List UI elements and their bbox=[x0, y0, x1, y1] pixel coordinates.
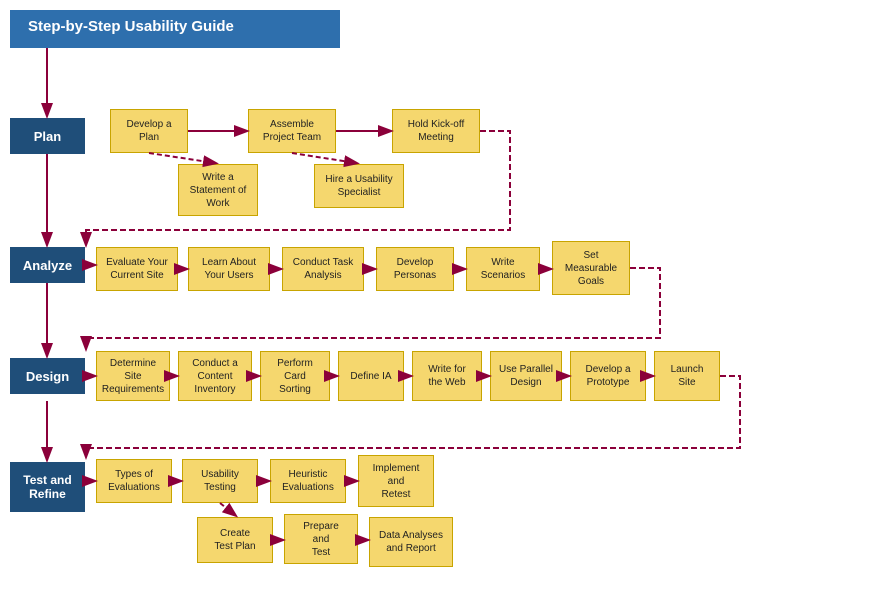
task-heuristic-eval[interactable]: HeuristicEvaluations bbox=[270, 459, 346, 503]
task-launch-site[interactable]: LaunchSite bbox=[654, 351, 720, 401]
task-set-goals[interactable]: SetMeasurableGoals bbox=[552, 241, 630, 295]
phase-design: Design bbox=[10, 358, 85, 394]
phase-plan: Plan bbox=[10, 118, 85, 154]
task-prepare-test[interactable]: PrepareandTest bbox=[284, 514, 358, 564]
task-parallel-design[interactable]: Use ParallelDesign bbox=[490, 351, 562, 401]
task-hold-kickoff[interactable]: Hold Kick-offMeeting bbox=[392, 109, 480, 153]
phase-analyze: Analyze bbox=[10, 247, 85, 283]
task-implement-retest[interactable]: ImplementandRetest bbox=[358, 455, 434, 507]
task-develop-personas[interactable]: DevelopPersonas bbox=[376, 247, 454, 291]
task-create-test-plan[interactable]: CreateTest Plan bbox=[197, 517, 273, 563]
task-define-ia[interactable]: Define IA bbox=[338, 351, 404, 401]
task-develop-prototype[interactable]: Develop aPrototype bbox=[570, 351, 646, 401]
task-content-inventory[interactable]: Conduct aContentInventory bbox=[178, 351, 252, 401]
arrows-svg bbox=[0, 0, 890, 594]
task-write-web[interactable]: Write forthe Web bbox=[412, 351, 482, 401]
title-box: Step-by-Step Usability Guide bbox=[10, 10, 340, 48]
task-learn-users[interactable]: Learn AboutYour Users bbox=[188, 247, 270, 291]
task-card-sorting[interactable]: PerformCardSorting bbox=[260, 351, 330, 401]
title-text: Step-by-Step Usability Guide bbox=[28, 18, 234, 35]
task-write-sow[interactable]: Write aStatement ofWork bbox=[178, 164, 258, 216]
diagram: Step-by-Step Usability Guide Plan Analyz… bbox=[0, 0, 890, 594]
phase-test: Test and Refine bbox=[10, 462, 85, 512]
task-hire-specialist[interactable]: Hire a UsabilitySpecialist bbox=[314, 164, 404, 208]
task-write-scenarios[interactable]: WriteScenarios bbox=[466, 247, 540, 291]
task-site-requirements[interactable]: DetermineSiteRequirements bbox=[96, 351, 170, 401]
task-assemble-team[interactable]: AssembleProject Team bbox=[248, 109, 336, 153]
task-data-analyses[interactable]: Data Analysesand Report bbox=[369, 517, 453, 567]
task-types-eval[interactable]: Types ofEvaluations bbox=[96, 459, 172, 503]
task-evaluate-site[interactable]: Evaluate YourCurrent Site bbox=[96, 247, 178, 291]
task-usability-testing[interactable]: UsabilityTesting bbox=[182, 459, 258, 503]
task-task-analysis[interactable]: Conduct TaskAnalysis bbox=[282, 247, 364, 291]
task-develop-plan[interactable]: Develop aPlan bbox=[110, 109, 188, 153]
